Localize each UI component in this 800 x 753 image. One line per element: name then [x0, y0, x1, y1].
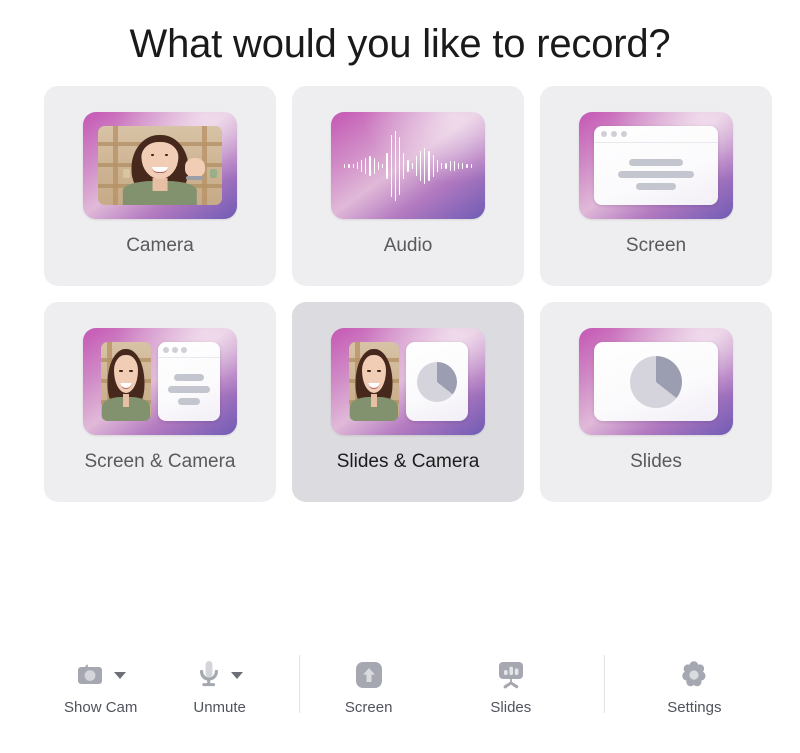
waveform-bar: [424, 147, 426, 184]
waveform-bar: [356, 162, 358, 169]
waveform-bar: [369, 155, 371, 176]
share-screen-icon: [355, 661, 383, 689]
toolbar-divider: [604, 655, 606, 713]
waveform-bar: [415, 155, 418, 176]
waveform-bar: [403, 152, 405, 179]
waveform-bar: [428, 150, 430, 181]
chevron-down-icon[interactable]: [231, 671, 244, 679]
waveform-bar: [436, 159, 439, 172]
gear-icon: [679, 660, 709, 690]
toolbar-button-label: Unmute: [193, 699, 246, 716]
presentation-icon: [496, 661, 526, 689]
waveform-bar: [373, 157, 375, 174]
browser-window-mock: [157, 342, 220, 421]
mode-card-label: Camera: [126, 235, 194, 256]
waveform-bar: [352, 163, 354, 168]
waveform-bar: [382, 163, 384, 168]
window-dot-icon: [621, 131, 627, 137]
waveform-bar: [449, 160, 451, 171]
toolbar-button-label: Settings: [667, 699, 722, 716]
waveform-bar: [365, 157, 367, 174]
toolbar-button-label: Show Cam: [64, 699, 138, 716]
slides-camera-thumbnail: [331, 328, 485, 435]
waveform-bar: [386, 152, 388, 179]
mode-card-slides[interactable]: Slides: [540, 302, 772, 502]
camera-preview-photo: [98, 126, 222, 205]
pie-chart-icon: [416, 361, 457, 402]
toolbar-divider: [298, 655, 300, 713]
waveform-bar: [441, 162, 443, 169]
record-mode-chooser: What would you like to record? Camera Au…: [0, 0, 800, 753]
mode-card-screen-camera[interactable]: Screen & Camera: [44, 302, 276, 502]
toolbar-button-unmute[interactable]: Unmute: [193, 653, 246, 716]
waveform-bar: [407, 159, 409, 172]
slides-thumbnail: [579, 328, 733, 435]
waveform-bar: [360, 159, 363, 172]
toolbar-button-show-cam[interactable]: Show Cam: [64, 653, 137, 716]
mode-card-audio[interactable]: Audio: [292, 86, 524, 286]
bottom-toolbar: Show Cam Unmute Screen Slides Settings: [0, 653, 800, 739]
pie-chart-icon: [630, 355, 682, 408]
mode-card-label: Slides & Camera: [336, 451, 480, 472]
camera-icon: [75, 662, 105, 688]
audio-waveform-thumbnail: [331, 112, 485, 219]
window-dot-icon: [162, 346, 169, 353]
window-dot-icon: [180, 346, 187, 353]
mode-card-screen[interactable]: Screen: [540, 86, 772, 286]
waveform-bar: [344, 163, 346, 168]
waveform-bar: [470, 163, 472, 168]
waveform-bar: [420, 150, 422, 181]
audio-waveform: [344, 126, 472, 206]
waveform-bar: [348, 163, 350, 168]
mode-card-label: Slides: [630, 451, 682, 472]
mode-card-camera[interactable]: Camera: [44, 86, 276, 286]
chevron-down-icon[interactable]: [114, 671, 127, 679]
waveform-bar: [377, 161, 380, 170]
window-dot-icon: [611, 131, 617, 137]
mode-card-label: Screen & Camera: [84, 451, 236, 472]
screen-window-thumbnail: [579, 112, 733, 219]
slide-mock: [405, 342, 468, 421]
screen-camera-thumbnail: [83, 328, 237, 435]
camera-thumbnail: [83, 112, 237, 219]
window-dot-icon: [601, 131, 607, 137]
toolbar-button-settings[interactable]: Settings: [667, 653, 721, 716]
waveform-bar: [445, 162, 447, 169]
mode-card-slides-camera[interactable]: Slides & Camera: [292, 302, 524, 502]
page-title: What would you like to record?: [129, 22, 671, 66]
toolbar-button-label: Slides: [490, 699, 532, 716]
camera-preview-photo: [100, 342, 151, 421]
record-mode-grid: Camera Audio Screen Screen & Camera Slid…: [44, 86, 776, 502]
waveform-bar: [432, 154, 434, 177]
mode-card-label: Audio: [383, 235, 433, 256]
waveform-bar: [453, 160, 456, 171]
waveform-bar: [394, 130, 396, 201]
toolbar-button-screen[interactable]: Screen: [344, 653, 393, 716]
toolbar-button-slides[interactable]: Slides: [490, 653, 531, 716]
waveform-bar: [411, 162, 413, 169]
waveform-bar: [398, 136, 401, 195]
waveform-bar: [458, 162, 460, 169]
microphone-icon: [196, 660, 222, 690]
camera-preview-photo: [348, 342, 399, 421]
waveform-bar: [466, 163, 468, 168]
waveform-bar: [390, 134, 392, 197]
toolbar-button-label: Screen: [344, 699, 393, 716]
window-dot-icon: [171, 346, 178, 353]
browser-window-mock: [594, 126, 718, 205]
slide-mock: [594, 342, 718, 421]
waveform-bar: [462, 162, 464, 169]
mode-card-label: Screen: [625, 235, 687, 256]
